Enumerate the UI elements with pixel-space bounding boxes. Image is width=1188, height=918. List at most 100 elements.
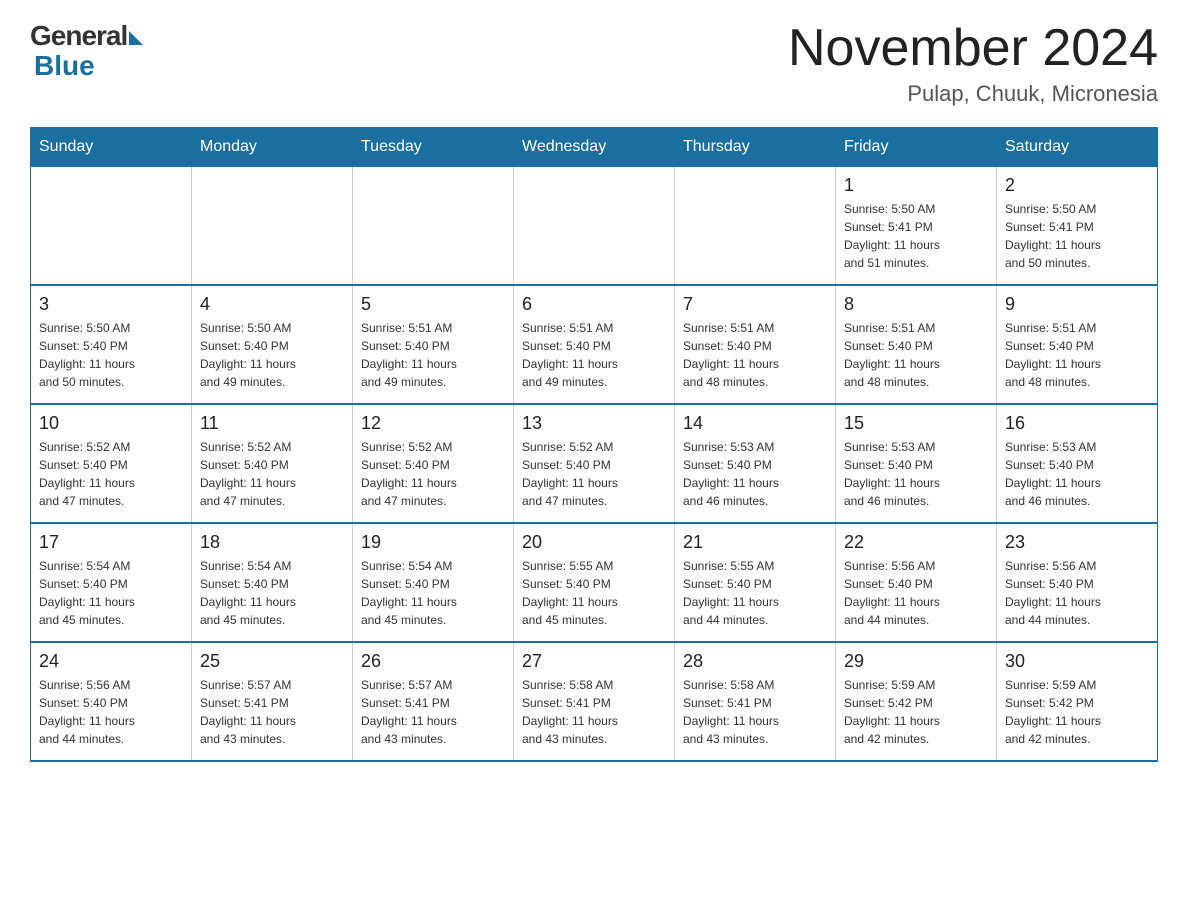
table-cell: 24 Sunrise: 5:56 AM Sunset: 5:40 PM Dayli… [31,642,192,761]
day-number: 8 [844,294,988,315]
day-number: 29 [844,651,988,672]
day-info: Sunrise: 5:59 AM Sunset: 5:42 PM Dayligh… [844,676,988,748]
table-cell: 19 Sunrise: 5:54 AM Sunset: 5:40 PM Dayli… [353,523,514,642]
day-number: 16 [1005,413,1149,434]
header-thursday: Thursday [675,128,836,167]
table-cell: 13 Sunrise: 5:52 AM Sunset: 5:40 PM Dayli… [514,404,675,523]
table-cell: 1 Sunrise: 5:50 AM Sunset: 5:41 PM Daylig… [836,167,997,286]
day-info: Sunrise: 5:50 AM Sunset: 5:40 PM Dayligh… [200,319,344,391]
day-info: Sunrise: 5:59 AM Sunset: 5:42 PM Dayligh… [1005,676,1149,748]
day-number: 15 [844,413,988,434]
header-saturday: Saturday [997,128,1158,167]
day-number: 14 [683,413,827,434]
table-cell: 7 Sunrise: 5:51 AM Sunset: 5:40 PM Daylig… [675,285,836,404]
month-title: November 2024 [788,20,1158,77]
header-tuesday: Tuesday [353,128,514,167]
header-friday: Friday [836,128,997,167]
table-cell: 27 Sunrise: 5:58 AM Sunset: 5:41 PM Dayli… [514,642,675,761]
table-cell: 15 Sunrise: 5:53 AM Sunset: 5:40 PM Dayli… [836,404,997,523]
day-number: 19 [361,532,505,553]
table-cell: 23 Sunrise: 5:56 AM Sunset: 5:40 PM Dayli… [997,523,1158,642]
table-cell: 18Sunrise: 5:54 AM Sunset: 5:40 PM Dayli… [192,523,353,642]
calendar-row-4: 24 Sunrise: 5:56 AM Sunset: 5:40 PM Dayli… [31,642,1158,761]
table-cell: 21 Sunrise: 5:55 AM Sunset: 5:40 PM Dayli… [675,523,836,642]
table-cell: 30 Sunrise: 5:59 AM Sunset: 5:42 PM Dayli… [997,642,1158,761]
header-sunday: Sunday [31,128,192,167]
day-number: 21 [683,532,827,553]
table-cell: 25 Sunrise: 5:57 AM Sunset: 5:41 PM Dayli… [192,642,353,761]
day-info: Sunrise: 5:50 AM Sunset: 5:41 PM Dayligh… [844,200,988,272]
table-cell: 26 Sunrise: 5:57 AM Sunset: 5:41 PM Dayli… [353,642,514,761]
day-info: Sunrise: 5:58 AM Sunset: 5:41 PM Dayligh… [683,676,827,748]
day-info: Sunrise: 5:55 AM Sunset: 5:40 PM Dayligh… [522,557,666,629]
logo-arrow-icon [129,31,143,45]
day-info: Sunrise: 5:51 AM Sunset: 5:40 PM Dayligh… [361,319,505,391]
day-number: 26 [361,651,505,672]
table-cell: 11 Sunrise: 5:52 AM Sunset: 5:40 PM Dayli… [192,404,353,523]
day-info: Sunrise: 5:52 AM Sunset: 5:40 PM Dayligh… [39,438,183,510]
day-number: 1 [844,175,988,196]
day-info: Sunrise: 5:51 AM Sunset: 5:40 PM Dayligh… [1005,319,1149,391]
header: General Blue November 2024 Pulap, Chuuk,… [30,20,1158,107]
day-info: Sunrise: 5:51 AM Sunset: 5:40 PM Dayligh… [522,319,666,391]
day-info: Sunrise: 5:52 AM Sunset: 5:40 PM Dayligh… [522,438,666,510]
logo-general-text: General [30,20,127,52]
table-cell: 28 Sunrise: 5:58 AM Sunset: 5:41 PM Dayli… [675,642,836,761]
day-number: 23 [1005,532,1149,553]
table-cell: 5 Sunrise: 5:51 AM Sunset: 5:40 PM Daylig… [353,285,514,404]
table-cell: 14Sunrise: 5:53 AM Sunset: 5:40 PM Dayli… [675,404,836,523]
calendar-row-2: 10 Sunrise: 5:52 AM Sunset: 5:40 PM Dayli… [31,404,1158,523]
day-number: 24 [39,651,183,672]
day-info: Sunrise: 5:57 AM Sunset: 5:41 PM Dayligh… [200,676,344,748]
day-info: Sunrise: 5:53 AM Sunset: 5:40 PM Dayligh… [844,438,988,510]
table-cell: 2 Sunrise: 5:50 AM Sunset: 5:41 PM Daylig… [997,167,1158,286]
day-info: Sunrise: 5:54 AM Sunset: 5:40 PM Dayligh… [361,557,505,629]
day-info: Sunrise: 5:57 AM Sunset: 5:41 PM Dayligh… [361,676,505,748]
day-info: Sunrise: 5:53 AM Sunset: 5:40 PM Dayligh… [1005,438,1149,510]
weekday-header-row: SundayMondayTuesdayWednesdayThursdayFrid… [31,128,1158,167]
day-info: Sunrise: 5:52 AM Sunset: 5:40 PM Dayligh… [200,438,344,510]
day-info: Sunrise: 5:51 AM Sunset: 5:40 PM Dayligh… [844,319,988,391]
day-number: 6 [522,294,666,315]
day-number: 13 [522,413,666,434]
day-number: 20 [522,532,666,553]
day-number: 28 [683,651,827,672]
day-info: Sunrise: 5:50 AM Sunset: 5:41 PM Dayligh… [1005,200,1149,272]
logo-blue-text: Blue [34,50,95,82]
day-info: Sunrise: 5:52 AM Sunset: 5:40 PM Dayligh… [361,438,505,510]
day-info: Sunrise: 5:54 AM Sunset: 5:40 PM Dayligh… [200,557,344,629]
day-number: 3 [39,294,183,315]
day-number: 9 [1005,294,1149,315]
table-cell: 16 Sunrise: 5:53 AM Sunset: 5:40 PM Dayli… [997,404,1158,523]
table-cell: 12 Sunrise: 5:52 AM Sunset: 5:40 PM Dayli… [353,404,514,523]
table-cell: 8 Sunrise: 5:51 AM Sunset: 5:40 PM Daylig… [836,285,997,404]
table-cell: 6 Sunrise: 5:51 AM Sunset: 5:40 PM Daylig… [514,285,675,404]
title-area: November 2024 Pulap, Chuuk, Micronesia [788,20,1158,107]
header-wednesday: Wednesday [514,128,675,167]
calendar-row-3: 17Sunrise: 5:54 AM Sunset: 5:40 PM Dayli… [31,523,1158,642]
day-number: 12 [361,413,505,434]
day-info: Sunrise: 5:54 AM Sunset: 5:40 PM Dayligh… [39,557,183,629]
table-cell: 10 Sunrise: 5:52 AM Sunset: 5:40 PM Dayli… [31,404,192,523]
day-number: 4 [200,294,344,315]
day-number: 11 [200,413,344,434]
table-cell [514,167,675,286]
day-number: 10 [39,413,183,434]
calendar-table: SundayMondayTuesdayWednesdayThursdayFrid… [30,127,1158,762]
table-cell: 29 Sunrise: 5:59 AM Sunset: 5:42 PM Dayli… [836,642,997,761]
day-number: 30 [1005,651,1149,672]
day-number: 27 [522,651,666,672]
day-info: Sunrise: 5:51 AM Sunset: 5:40 PM Dayligh… [683,319,827,391]
day-info: Sunrise: 5:56 AM Sunset: 5:40 PM Dayligh… [1005,557,1149,629]
day-number: 5 [361,294,505,315]
day-number: 25 [200,651,344,672]
day-info: Sunrise: 5:58 AM Sunset: 5:41 PM Dayligh… [522,676,666,748]
table-cell [675,167,836,286]
day-info: Sunrise: 5:55 AM Sunset: 5:40 PM Dayligh… [683,557,827,629]
day-number: 7 [683,294,827,315]
table-cell: 9 Sunrise: 5:51 AM Sunset: 5:40 PM Daylig… [997,285,1158,404]
location-title: Pulap, Chuuk, Micronesia [788,81,1158,107]
day-number: 2 [1005,175,1149,196]
day-info: Sunrise: 5:56 AM Sunset: 5:40 PM Dayligh… [39,676,183,748]
table-cell: 17Sunrise: 5:54 AM Sunset: 5:40 PM Dayli… [31,523,192,642]
